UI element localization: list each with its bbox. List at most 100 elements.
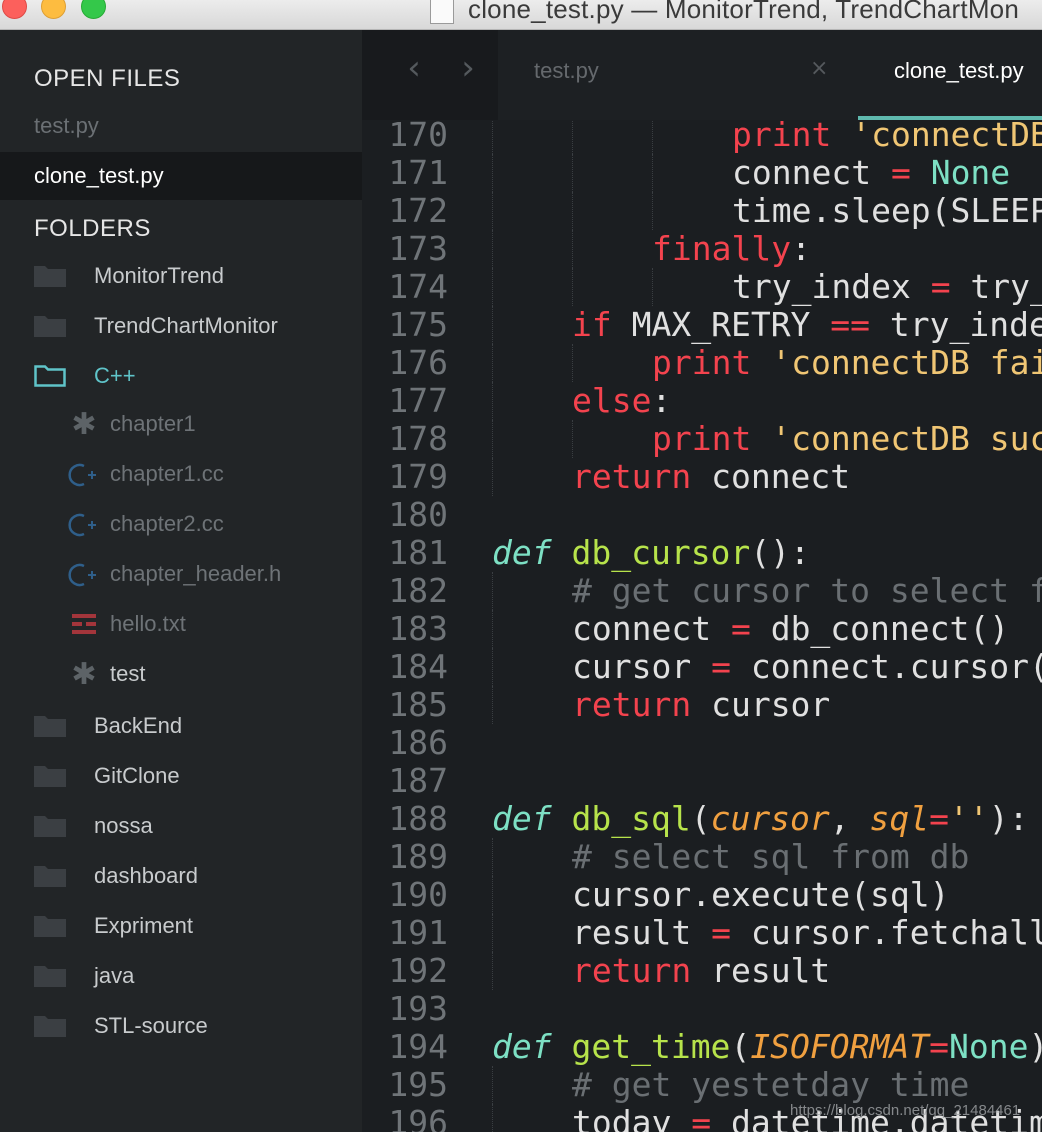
code-token: 'connectDB fai <box>771 343 1042 382</box>
code-line[interactable]: 183 connect = db_connect() <box>362 610 1042 648</box>
code-token: result <box>691 951 831 990</box>
code-line[interactable]: 172 time.sleep(SLEEP <box>362 192 1042 230</box>
code-line[interactable]: 185 return cursor <box>362 686 1042 724</box>
code-line[interactable]: 194 def get_time(ISOFORMAT=None) <box>362 1028 1042 1066</box>
folder-icon <box>34 866 66 887</box>
tab-clone-test-py[interactable]: clone_test.py <box>858 30 1042 120</box>
file-hello-txt[interactable]: hello.txt <box>0 602 362 646</box>
code-line[interactable]: 170 print 'connectDB <box>362 120 1042 154</box>
code-line[interactable]: 177 else: <box>362 382 1042 420</box>
code-line[interactable]: 174 try_index = try_ <box>362 268 1042 306</box>
code-line[interactable]: 189 # select sql from db <box>362 838 1042 876</box>
folder-gitclone[interactable]: GitClone <box>0 754 362 798</box>
code-text: def get_time(ISOFORMAT=None) <box>492 1028 1042 1066</box>
folder-monitortrend[interactable]: MonitorTrend <box>0 254 362 298</box>
line-number: 170 <box>388 120 448 154</box>
close-window-button[interactable] <box>2 0 27 19</box>
folder-expriment[interactable]: Expriment <box>0 904 362 948</box>
folder-icon <box>34 966 66 987</box>
code-token: = <box>730 609 751 648</box>
indent-guide <box>492 306 493 344</box>
code-text: # get yestetday time <box>572 1066 969 1104</box>
folder-nossa[interactable]: nossa <box>0 804 362 848</box>
code-token: : <box>651 381 672 420</box>
folder-cpp[interactable]: C++ <box>0 354 362 398</box>
code-token: return <box>572 951 692 990</box>
code-token: cursor.fetchall <box>730 913 1042 952</box>
file-chapter1[interactable]: ✱ chapter1 <box>0 402 362 446</box>
file-test[interactable]: ✱ test <box>0 652 362 696</box>
code-line[interactable]: 186 <box>362 724 1042 762</box>
code-token: try_index <box>732 267 931 306</box>
code-line[interactable]: 171 connect = None <box>362 154 1042 192</box>
code-token: cursor <box>572 647 712 686</box>
code-text: cursor.execute(sql) <box>572 876 950 914</box>
folder-icon <box>34 316 66 337</box>
maximize-window-button[interactable] <box>81 0 106 19</box>
code-line[interactable]: 179 return connect <box>362 458 1042 496</box>
code-line[interactable]: 184 cursor = connect.cursor( <box>362 648 1042 686</box>
code-line[interactable]: 176 print 'connectDB fai <box>362 344 1042 382</box>
indent-guide <box>492 344 493 382</box>
folder-dashboard[interactable]: dashboard <box>0 854 362 898</box>
folder-icon <box>34 766 66 787</box>
code-token: connect <box>732 153 891 192</box>
text-file-icon <box>72 614 96 634</box>
code-text: if MAX_RETRY == try_inde <box>572 306 1042 344</box>
code-token: : <box>791 229 811 268</box>
code-line[interactable]: 182 # get cursor to select f <box>362 572 1042 610</box>
indent-guide <box>492 1066 493 1104</box>
indent-guide <box>492 610 493 648</box>
code-token: db_cursor <box>571 533 751 572</box>
code-line[interactable]: 175 if MAX_RETRY == try_inde <box>362 306 1042 344</box>
code-line[interactable]: 195 # get yestetday time <box>362 1066 1042 1104</box>
code-text: print 'connectDB fai <box>652 344 1042 382</box>
code-line[interactable]: 181 def db_cursor(): <box>362 534 1042 572</box>
line-number: 178 <box>388 419 448 458</box>
folder-trendchartmonitor[interactable]: TrendChartMonitor <box>0 304 362 348</box>
code-text: connect = db_connect() <box>572 610 1009 648</box>
indent-guide <box>572 268 573 306</box>
forward-arrow-icon[interactable]: › <box>448 48 488 88</box>
code-line[interactable]: 187 <box>362 762 1042 800</box>
code-editor[interactable]: 170 print 'connectDB 171 connect = None 172 t… <box>362 120 1042 1132</box>
code-line[interactable]: 188 def db_sql(cursor, sql=''): <box>362 800 1042 838</box>
file-chapter1-cc[interactable]: chapter1.cc <box>0 452 362 496</box>
folder-backend[interactable]: BackEnd <box>0 704 362 748</box>
folder-icon <box>34 266 66 287</box>
close-tab-icon[interactable]: × <box>810 56 828 81</box>
folders-header: FOLDERS <box>34 215 151 242</box>
line-number: 171 <box>388 153 448 192</box>
indent-guide <box>492 154 493 192</box>
folder-icon <box>34 716 66 737</box>
code-token: None <box>949 1027 1029 1066</box>
minimize-window-button[interactable] <box>41 0 66 19</box>
code-text: print 'connectDB suc <box>652 420 1042 458</box>
code-text: cursor = connect.cursor( <box>572 648 1042 686</box>
code-token: '' <box>949 799 989 838</box>
tab-test-py[interactable]: test.py × <box>498 30 858 120</box>
line-number: 186 <box>388 723 448 762</box>
indent-guide <box>492 838 493 876</box>
code-line[interactable]: 180 <box>362 496 1042 534</box>
code-line[interactable]: 192 return result <box>362 952 1042 990</box>
folder-stl-source[interactable]: STL-source <box>0 1004 362 1048</box>
code-token: = <box>929 799 950 838</box>
folder-java[interactable]: java <box>0 954 362 998</box>
file-chapter-header-h[interactable]: chapter_header.h <box>0 552 362 596</box>
open-file-clone-test-py[interactable]: clone_test.py <box>0 152 362 200</box>
code-token: ): <box>988 799 1029 838</box>
back-arrow-icon[interactable]: ‹ <box>394 48 434 88</box>
code-line[interactable]: 190 cursor.execute(sql) <box>362 876 1042 914</box>
indent-guide <box>492 458 493 496</box>
indent-guide <box>492 876 493 914</box>
code-text: connect = None <box>732 154 1010 192</box>
code-line[interactable]: 178 print 'connectDB suc <box>362 420 1042 458</box>
open-file-test-py[interactable]: test.py <box>0 102 362 150</box>
code-line[interactable]: 191 result = cursor.fetchall <box>362 914 1042 952</box>
file-chapter2-cc[interactable]: chapter2.cc <box>0 502 362 546</box>
code-line[interactable]: 193 <box>362 990 1042 1028</box>
code-line[interactable]: 173 finally: <box>362 230 1042 268</box>
